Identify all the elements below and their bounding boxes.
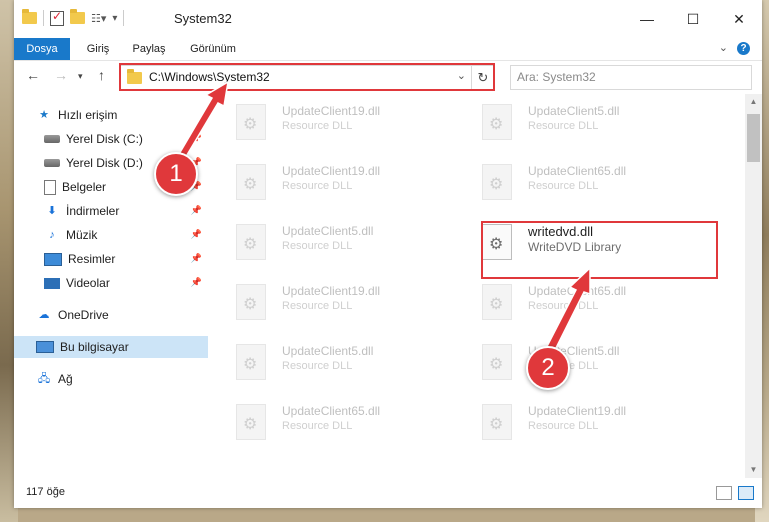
callout-arrows [170,80,591,366]
step-1-badge: 1 [154,152,198,196]
step-2-badge: 2 [526,346,570,390]
